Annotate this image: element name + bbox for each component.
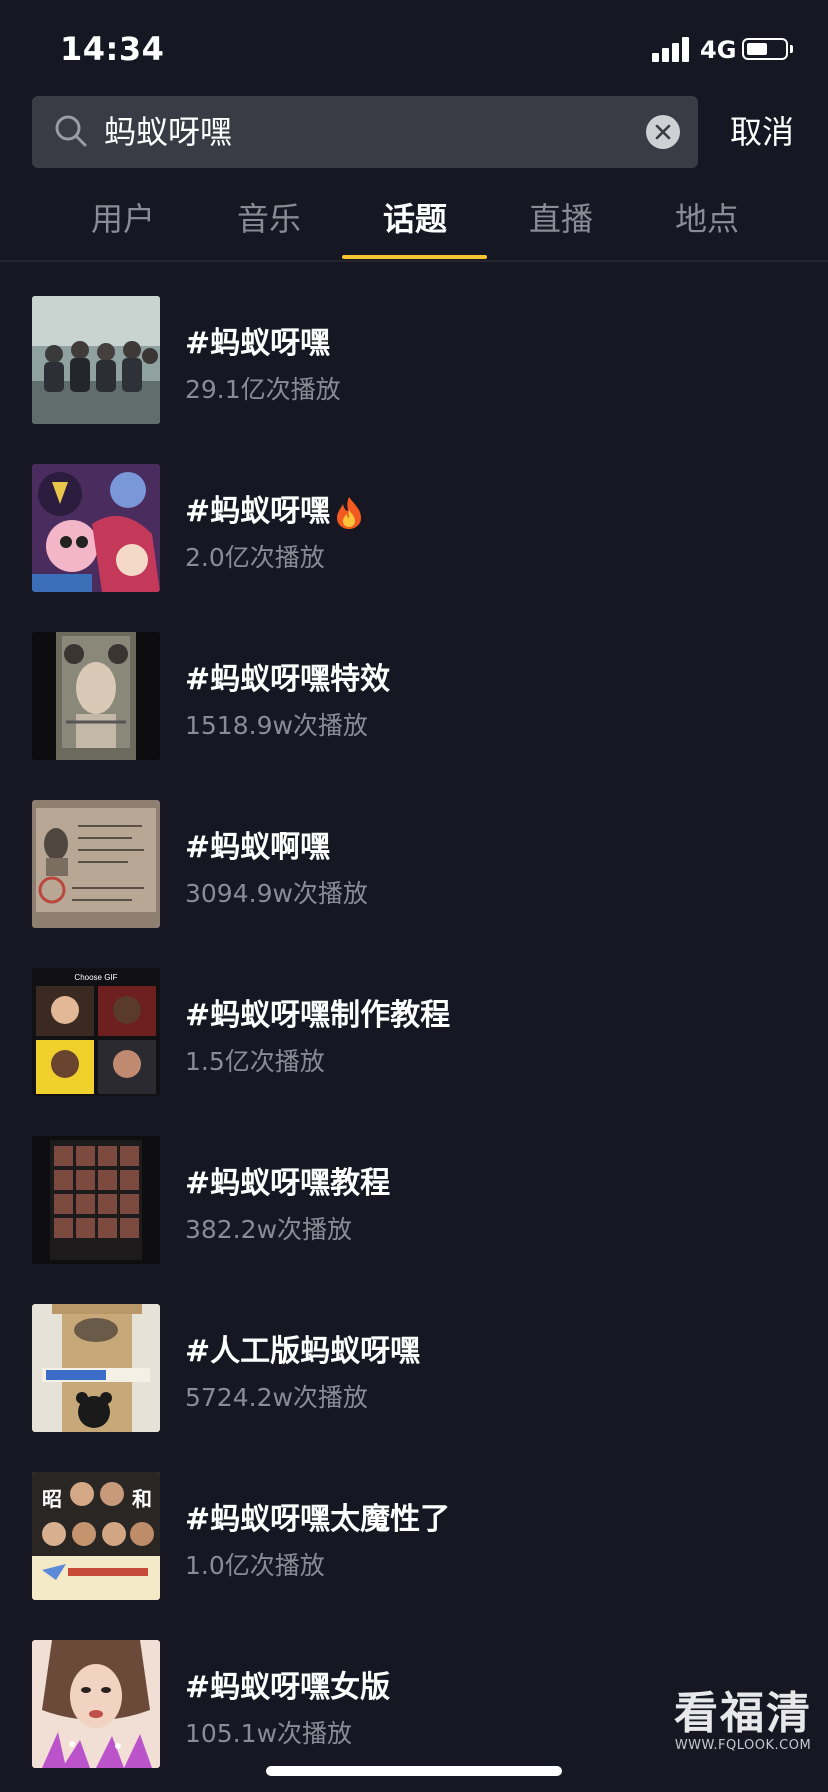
topic-play-count: 1.5亿次播放: [185, 1047, 325, 1076]
thumbnail-caption: 昭: [42, 1487, 62, 1511]
topic-result-item[interactable]: 昭 和 #蚂蚁呀嘿太魔性了 1.0亿次播放: [0, 1440, 828, 1608]
topic-result-item[interactable]: #蚂蚁呀嘿 29.1亿次播放: [0, 264, 828, 432]
topic-play-count: 5724.2w次播放: [185, 1383, 368, 1412]
topic-title: #人工版蚂蚁呀嘿: [185, 1334, 421, 1369]
cancel-button[interactable]: 取消: [730, 96, 820, 168]
topic-thumbnail: Choose GIF: [32, 968, 160, 1096]
watermark-url: WWW.FQLOOK.COM: [674, 1738, 812, 1753]
topic-thumbnail: [32, 296, 160, 424]
thumbnail-caption: Choose GIF: [74, 973, 117, 982]
topic-result-item[interactable]: #人工版蚂蚁呀嘿 5724.2w次播放: [0, 1272, 828, 1440]
search-icon: [55, 115, 87, 147]
topic-title-text: #蚂蚁呀嘿: [185, 494, 331, 529]
topic-result-item[interactable]: #蚂蚁呀嘿特效 1518.9w次播放: [0, 600, 828, 768]
watermark-text: 看福清: [674, 1688, 812, 1739]
tab-video[interactable]: 频: [0, 184, 26, 260]
topic-title: #蚂蚁呀嘿制作教程: [185, 998, 451, 1033]
close-icon: [655, 124, 671, 140]
tab-divider: [0, 260, 828, 262]
topic-thumbnail: 昭 和: [32, 1472, 160, 1600]
topic-title: #蚂蚁呀嘿特效: [185, 662, 391, 697]
cellular-signal-icon: [652, 36, 692, 62]
active-tab-indicator: [342, 255, 487, 259]
topic-thumbnail: [32, 1640, 160, 1768]
topic-title: #蚂蚁啊嘿: [185, 830, 331, 865]
fire-icon: [337, 496, 362, 529]
battery-level: [747, 43, 767, 55]
battery-icon: [742, 38, 788, 60]
battery-cap: [790, 45, 793, 53]
tab-live[interactable]: 直播: [488, 184, 634, 260]
topic-thumbnail: [32, 1136, 160, 1264]
topic-title: #蚂蚁呀嘿太魔性了: [185, 1502, 451, 1537]
topic-result-item[interactable]: #蚂蚁啊嘿 3094.9w次播放: [0, 768, 828, 936]
topic-play-count: 29.1亿次播放: [185, 375, 341, 404]
tab-topics[interactable]: 话题: [342, 184, 488, 260]
status-bar: 14:34 4G: [0, 0, 828, 96]
topic-thumbnail: [32, 1304, 160, 1432]
search-input[interactable]: 蚂蚁呀嘿: [104, 96, 604, 168]
topic-thumbnail: [32, 632, 160, 760]
topic-play-count: 3094.9w次播放: [185, 879, 368, 908]
tab-users[interactable]: 用户: [50, 184, 196, 260]
topic-title: #蚂蚁呀嘿: [185, 486, 364, 530]
topic-play-count: 2.0亿次播放: [185, 543, 325, 572]
topic-thumbnail: [32, 464, 160, 592]
tab-products[interactable]: 商: [780, 184, 828, 260]
tab-music[interactable]: 音乐: [196, 184, 342, 260]
status-time: 14:34: [60, 30, 165, 68]
network-type: 4G: [700, 36, 737, 64]
topic-title: #蚂蚁呀嘿女版: [185, 1670, 391, 1705]
topic-result-item[interactable]: #蚂蚁呀嘿 2.0亿次播放: [0, 432, 828, 600]
search-bar[interactable]: 蚂蚁呀嘿: [32, 96, 698, 168]
topic-result-item[interactable]: Choose GIF #蚂蚁呀嘿制作教程 1.5亿次播放: [0, 936, 828, 1104]
watermark: 看福清 WWW.FQLOOK.COM: [668, 1688, 818, 1754]
tab-places[interactable]: 地点: [634, 184, 780, 260]
topic-play-count: 1.0亿次播放: [185, 1551, 325, 1580]
topic-play-count: 1518.9w次播放: [185, 711, 368, 740]
clear-search-button[interactable]: [646, 115, 680, 149]
topic-thumbnail: [32, 800, 160, 928]
topic-result-item[interactable]: #蚂蚁呀嘿教程 382.2w次播放: [0, 1104, 828, 1272]
topic-play-count: 105.1w次播放: [185, 1719, 353, 1748]
topic-title: #蚂蚁呀嘿教程: [185, 1166, 391, 1201]
search-tabs: 频 用户 音乐 话题 直播 地点 商: [0, 184, 828, 260]
home-indicator[interactable]: [266, 1766, 562, 1776]
thumbnail-caption: 和: [132, 1487, 152, 1511]
topic-title: #蚂蚁呀嘿: [185, 326, 331, 361]
topic-play-count: 382.2w次播放: [185, 1215, 353, 1244]
